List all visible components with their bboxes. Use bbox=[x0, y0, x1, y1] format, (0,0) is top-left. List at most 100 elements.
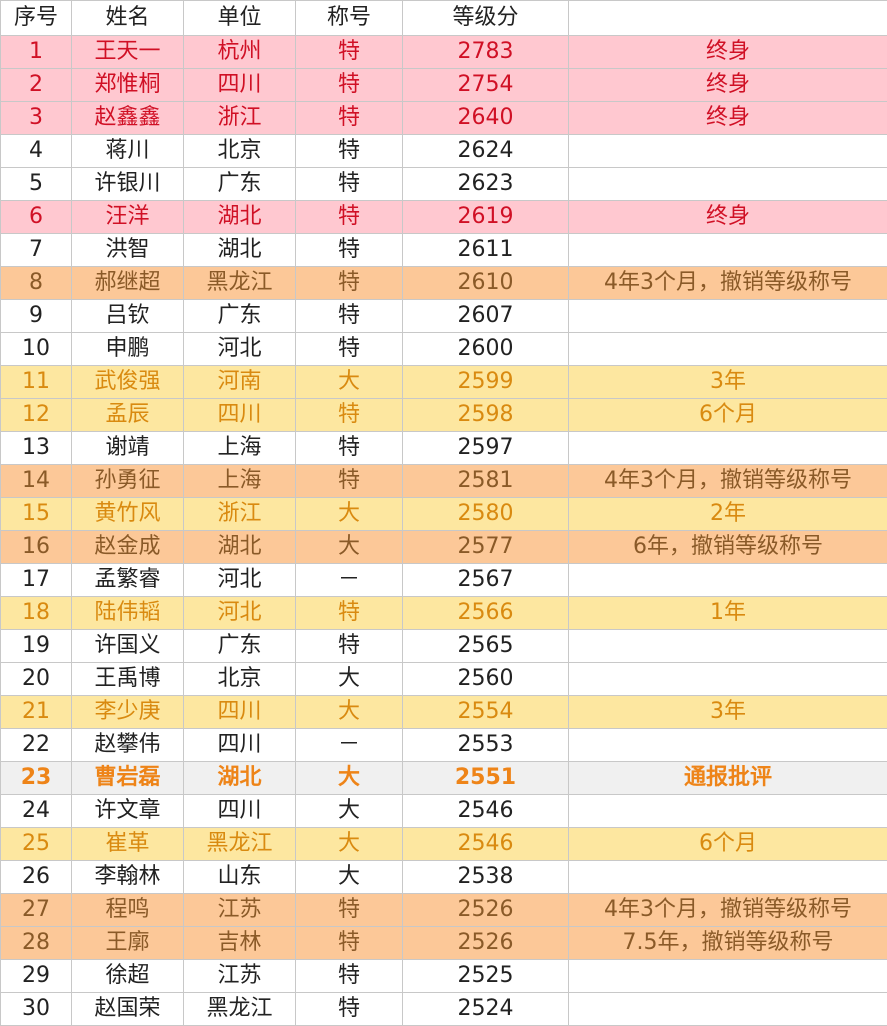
cell-note: 终身 bbox=[568, 68, 887, 102]
cell-title: 特 bbox=[295, 431, 403, 465]
table-row: 6 汪洋 湖北特 2619 终身 bbox=[0, 200, 887, 234]
cell-name: 陆伟韬 bbox=[71, 596, 184, 630]
header-note bbox=[568, 0, 887, 36]
cell-note: 4年3个月，撤销等级称号 bbox=[568, 464, 887, 498]
table-row: 2 郑惟桐 四川特 2754 终身 bbox=[0, 68, 887, 102]
cell-note: 2年 bbox=[568, 497, 887, 531]
cell-no: 17 bbox=[0, 563, 72, 597]
table-row: 9 吕钦 广东特 2607 bbox=[0, 299, 887, 333]
cell-title: 大 bbox=[295, 761, 403, 795]
table-row: 27 程鸣 江苏特 2526 4年3个月，撤销等级称号 bbox=[0, 893, 887, 927]
cell-unit: 北京 bbox=[183, 134, 296, 168]
cell-note: 3年 bbox=[568, 365, 887, 399]
cell-no: 29 bbox=[0, 959, 72, 993]
cell-name: 崔革 bbox=[71, 827, 184, 861]
cell-title: － bbox=[295, 563, 403, 597]
table-row: 1 王天一 杭州特 2783 终身 bbox=[0, 35, 887, 69]
cell-score: 2580 bbox=[402, 497, 569, 531]
cell-title: 特 bbox=[295, 233, 403, 267]
cell-score: 2565 bbox=[402, 629, 569, 663]
cell-name: 武俊强 bbox=[71, 365, 184, 399]
cell-name: 程鸣 bbox=[71, 893, 184, 927]
cell-title: 特 bbox=[295, 101, 403, 135]
header-row: 序号 姓名 单位 称号 等级分 bbox=[0, 0, 887, 36]
cell-unit: 上海 bbox=[183, 431, 296, 465]
cell-name: 赵攀伟 bbox=[71, 728, 184, 762]
cell-name: 王天一 bbox=[71, 35, 184, 69]
cell-name: 孟繁睿 bbox=[71, 563, 184, 597]
cell-note: 终身 bbox=[568, 35, 887, 69]
cell-name: 李少庚 bbox=[71, 695, 184, 729]
cell-score: 2560 bbox=[402, 662, 569, 696]
cell-name: 王廓 bbox=[71, 926, 184, 960]
cell-name: 谢靖 bbox=[71, 431, 184, 465]
cell-name: 徐超 bbox=[71, 959, 184, 993]
cell-note: 1年 bbox=[568, 596, 887, 630]
cell-unit: 河南 bbox=[183, 365, 296, 399]
cell-unit: 北京 bbox=[183, 662, 296, 696]
cell-unit: 浙江 bbox=[183, 497, 296, 531]
cell-score: 2607 bbox=[402, 299, 569, 333]
cell-unit: 四川 bbox=[183, 68, 296, 102]
ranking-table: 序号 姓名 单位 称号 等级分 1 王天一 杭州特 2783 终身 2 郑惟桐 四川特 2754… bbox=[0, 0, 887, 1026]
cell-score: 2597 bbox=[402, 431, 569, 465]
cell-unit: 上海 bbox=[183, 464, 296, 498]
table-row: 23 曹岩磊 湖北大 2551 通报批评 bbox=[0, 761, 887, 795]
cell-note: 3年 bbox=[568, 695, 887, 729]
cell-note: 终身 bbox=[568, 200, 887, 234]
cell-unit: 湖北 bbox=[183, 530, 296, 564]
cell-unit: 江苏 bbox=[183, 893, 296, 927]
cell-unit: 杭州 bbox=[183, 35, 296, 69]
cell-score: 2783 bbox=[402, 35, 569, 69]
cell-name: 申鹏 bbox=[71, 332, 184, 366]
cell-no: 22 bbox=[0, 728, 72, 762]
cell-name: 汪洋 bbox=[71, 200, 184, 234]
cell-note bbox=[568, 794, 887, 828]
cell-score: 2640 bbox=[402, 101, 569, 135]
cell-no: 28 bbox=[0, 926, 72, 960]
cell-note bbox=[568, 431, 887, 465]
cell-note bbox=[568, 662, 887, 696]
cell-name: 孙勇征 bbox=[71, 464, 184, 498]
cell-unit: 黑龙江 bbox=[183, 266, 296, 300]
cell-score: 2611 bbox=[402, 233, 569, 267]
cell-name: 郑惟桐 bbox=[71, 68, 184, 102]
cell-no: 11 bbox=[0, 365, 72, 399]
cell-name: 许国义 bbox=[71, 629, 184, 663]
cell-no: 25 bbox=[0, 827, 72, 861]
table-row: 20 王禹博 北京大 2560 bbox=[0, 662, 887, 696]
cell-score: 2577 bbox=[402, 530, 569, 564]
table-row: 29 徐超 江苏特 2525 bbox=[0, 959, 887, 993]
cell-score: 2623 bbox=[402, 167, 569, 201]
cell-unit: 四川 bbox=[183, 794, 296, 828]
cell-score: 2546 bbox=[402, 827, 569, 861]
cell-unit: 黑龙江 bbox=[183, 827, 296, 861]
cell-unit: 四川 bbox=[183, 695, 296, 729]
cell-title: － bbox=[295, 728, 403, 762]
cell-name: 洪智 bbox=[71, 233, 184, 267]
table-row: 12 孟辰 四川特 2598 6个月 bbox=[0, 398, 887, 432]
cell-score: 2551 bbox=[402, 761, 569, 795]
table-row: 4 蒋川 北京特 2624 bbox=[0, 134, 887, 168]
cell-score: 2600 bbox=[402, 332, 569, 366]
cell-unit: 浙江 bbox=[183, 101, 296, 135]
header-title: 称号 bbox=[295, 0, 403, 36]
cell-no: 19 bbox=[0, 629, 72, 663]
table-row: 26 李翰林 山东大 2538 bbox=[0, 860, 887, 894]
header-unit: 单位 bbox=[183, 0, 296, 36]
cell-unit: 山东 bbox=[183, 860, 296, 894]
cell-note bbox=[568, 728, 887, 762]
cell-title: 大 bbox=[295, 794, 403, 828]
cell-no: 4 bbox=[0, 134, 72, 168]
cell-title: 大 bbox=[295, 365, 403, 399]
cell-no: 26 bbox=[0, 860, 72, 894]
cell-unit: 四川 bbox=[183, 728, 296, 762]
cell-title: 特 bbox=[295, 332, 403, 366]
cell-no: 20 bbox=[0, 662, 72, 696]
cell-no: 2 bbox=[0, 68, 72, 102]
cell-unit: 河北 bbox=[183, 596, 296, 630]
cell-no: 16 bbox=[0, 530, 72, 564]
cell-no: 5 bbox=[0, 167, 72, 201]
cell-name: 赵鑫鑫 bbox=[71, 101, 184, 135]
table-row: 5 许银川 广东特 2623 bbox=[0, 167, 887, 201]
